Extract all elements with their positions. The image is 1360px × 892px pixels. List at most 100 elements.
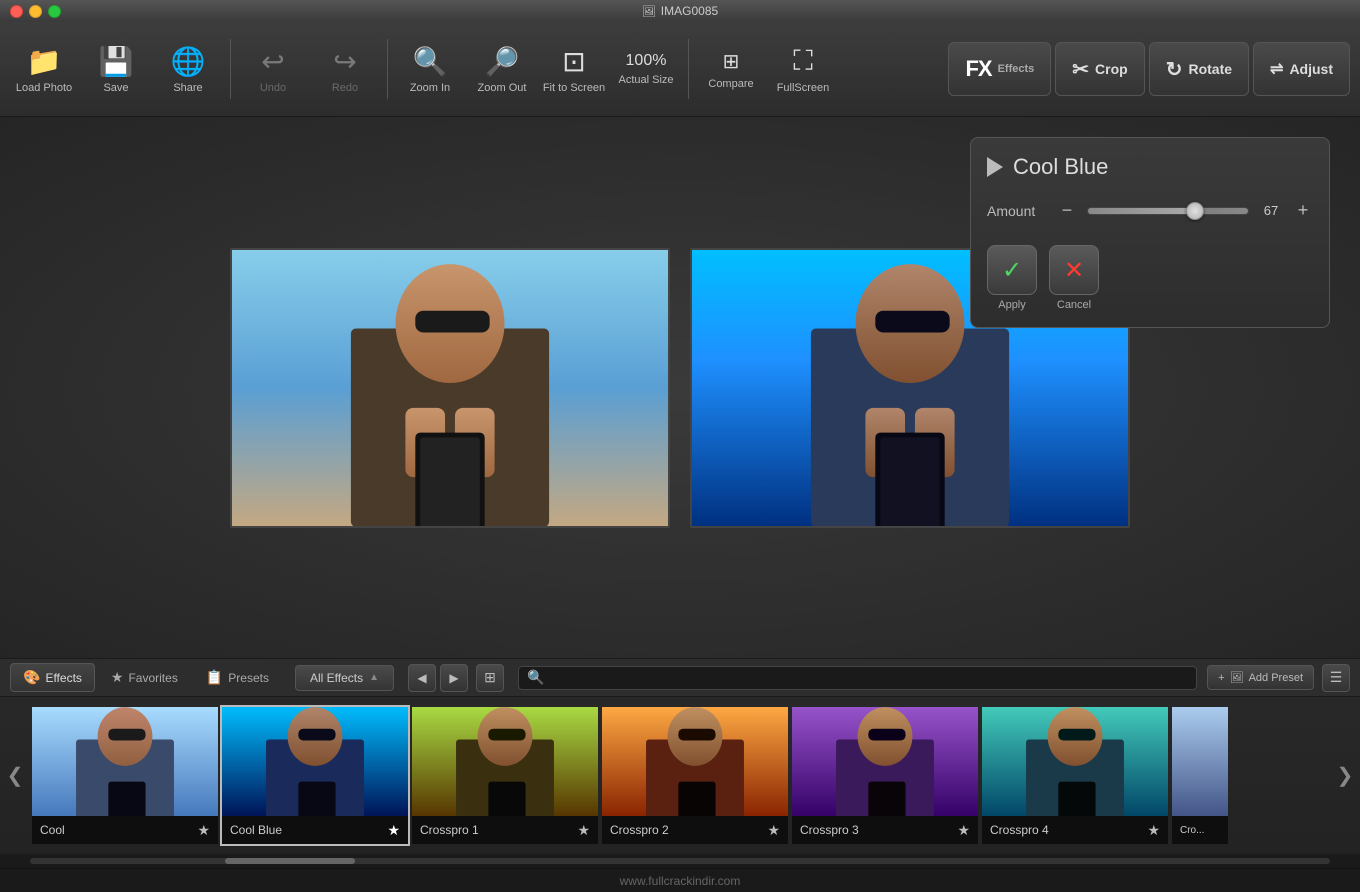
- nav-next-button[interactable]: ▶: [440, 664, 468, 692]
- search-input[interactable]: [550, 667, 1188, 689]
- favorites-tab-icon: ★: [111, 669, 124, 686]
- crosspro2-thumbnail-image: [602, 707, 788, 816]
- filter-button[interactable]: ☰: [1322, 664, 1350, 692]
- minimize-button[interactable]: [29, 5, 42, 18]
- effect-thumb-crosspro3[interactable]: Crosspro 3 ★: [790, 705, 980, 846]
- crosspro1-thumbnail-image: [412, 707, 598, 816]
- cancel-button[interactable]: ✕ Cancel: [1049, 245, 1099, 311]
- search-icon: 🔍: [527, 669, 544, 686]
- actual-size-button[interactable]: 100% Actual Size: [612, 29, 680, 109]
- crosspro3-thumb-star[interactable]: ★: [957, 822, 970, 839]
- load-photo-icon: 📁: [27, 45, 62, 78]
- amount-value: 67: [1259, 203, 1283, 218]
- titlebar: 🖼 IMAG0085: [0, 0, 1360, 22]
- tab-effects[interactable]: 🎨 Effects: [10, 663, 95, 692]
- share-button[interactable]: 🌐 Share: [154, 29, 222, 109]
- effect-thumb-crosspro4[interactable]: Crosspro 4 ★: [980, 705, 1170, 846]
- cool-thumb-star[interactable]: ★: [197, 822, 210, 839]
- cro-thumb-label-row: Cro...: [1172, 816, 1228, 844]
- undo-button[interactable]: ↩ Undo: [239, 29, 307, 109]
- separator-3: [688, 39, 689, 99]
- scrollbar-thumb[interactable]: [225, 858, 355, 864]
- effect-thumb-cro[interactable]: Cro...: [1170, 705, 1230, 846]
- strip-prev-button[interactable]: ❮: [0, 705, 30, 846]
- toolbar-right: FX Effects ✂ Crop ↻ Rotate ⇌ Adjust: [944, 42, 1350, 96]
- crosspro1-thumb-label: Crosspro 1: [420, 823, 479, 837]
- adjust-button[interactable]: ⇌ Adjust: [1253, 42, 1350, 96]
- effect-thumb-crosspro2[interactable]: Crosspro 2 ★: [600, 705, 790, 846]
- amount-increase-button[interactable]: +: [1293, 200, 1313, 221]
- scrollbar-track[interactable]: [30, 858, 1330, 864]
- cool-thumb-label-row: Cool ★: [32, 816, 218, 844]
- redo-button[interactable]: ↪ Redo: [311, 29, 379, 109]
- thumbnails-container: Cool ★: [30, 705, 1330, 846]
- fullscreen-button[interactable]: ⛶ FullScreen: [769, 29, 837, 109]
- compare-button[interactable]: ⊞ Compare: [697, 29, 765, 109]
- fit-to-screen-button[interactable]: ⊡ Fit to Screen: [540, 29, 608, 109]
- crosspro1-thumb-label-row: Crosspro 1 ★: [412, 816, 598, 844]
- strip-next-button[interactable]: ❯: [1330, 705, 1360, 846]
- main-canvas-area: Cool Blue Amount − 67 + ✓ Apply ✕ Cancel: [0, 117, 1360, 658]
- effect-title-row: Cool Blue: [987, 154, 1313, 180]
- crosspro2-thumb-label: Crosspro 2: [610, 823, 669, 837]
- share-icon: 🌐: [171, 45, 206, 78]
- crosspro3-thumbnail-image: [792, 707, 978, 816]
- all-effects-arrow-icon: ▲: [369, 672, 379, 683]
- file-icon: 🖼: [642, 5, 656, 18]
- amount-decrease-button[interactable]: −: [1057, 200, 1077, 221]
- amount-slider-fill: [1088, 208, 1195, 214]
- redo-icon: ↪: [333, 45, 356, 78]
- add-preset-photo-icon: 🖼: [1230, 671, 1244, 684]
- adjust-icon: ⇌: [1270, 59, 1283, 79]
- load-photo-button[interactable]: 📁 Load Photo: [10, 29, 78, 109]
- amount-label: Amount: [987, 203, 1047, 219]
- effect-thumb-crosspro1[interactable]: Crosspro 1 ★: [410, 705, 600, 846]
- crop-icon: ✂: [1072, 57, 1089, 82]
- close-button[interactable]: [10, 5, 23, 18]
- zoom-in-button[interactable]: 🔍 Zoom In: [396, 29, 464, 109]
- zoom-out-button[interactable]: 🔎 Zoom Out: [468, 29, 536, 109]
- coolblue-thumb-star[interactable]: ★: [387, 822, 400, 839]
- crosspro3-thumb-label-row: Crosspro 3 ★: [792, 816, 978, 844]
- original-photo-svg: [232, 250, 668, 526]
- amount-slider-thumb[interactable]: [1186, 202, 1204, 220]
- play-icon[interactable]: [987, 157, 1003, 177]
- amount-row: Amount − 67 +: [987, 200, 1313, 221]
- all-effects-dropdown[interactable]: All Effects ▲: [295, 665, 394, 691]
- effect-thumb-cool[interactable]: Cool ★: [30, 705, 220, 846]
- cancel-icon: ✕: [1049, 245, 1099, 295]
- cro-thumb-label: Cro...: [1180, 825, 1204, 836]
- crosspro1-thumb-star[interactable]: ★: [577, 822, 590, 839]
- apply-button[interactable]: ✓ Apply: [987, 245, 1037, 311]
- effect-thumb-coolblue[interactable]: Cool Blue ★: [220, 705, 410, 846]
- apply-label: Apply: [998, 299, 1026, 311]
- rotate-button[interactable]: ↻ Rotate: [1149, 42, 1249, 96]
- crosspro2-thumb-star[interactable]: ★: [767, 822, 780, 839]
- maximize-button[interactable]: [48, 5, 61, 18]
- grid-view-button[interactable]: ⊞: [476, 664, 504, 692]
- amount-slider-track[interactable]: [1087, 207, 1249, 215]
- save-icon: 💾: [99, 45, 134, 78]
- nav-prev-button[interactable]: ◀: [408, 664, 436, 692]
- crop-button[interactable]: ✂ Crop: [1055, 42, 1144, 96]
- tab-presets[interactable]: 📋 Presets: [194, 664, 281, 691]
- add-preset-icon: +: [1218, 672, 1224, 684]
- footer-url: www.fullcrackindir.com: [620, 874, 741, 888]
- nav-arrows: ◀ ▶: [408, 664, 468, 692]
- fx-button[interactable]: FX Effects: [948, 42, 1051, 96]
- crosspro4-thumb-label: Crosspro 4: [990, 823, 1049, 837]
- tab-favorites[interactable]: ★ Favorites: [99, 664, 190, 691]
- fit-to-screen-icon: ⊡: [562, 45, 585, 78]
- coolblue-thumbnail-image: [222, 707, 408, 816]
- crosspro4-thumbnail-image: [982, 707, 1168, 816]
- fullscreen-icon: ⛶: [793, 45, 813, 78]
- add-preset-button[interactable]: + 🖼 Add Preset: [1207, 665, 1314, 690]
- crosspro3-thumb-label: Crosspro 3: [800, 823, 859, 837]
- apply-icon: ✓: [987, 245, 1037, 295]
- coolblue-thumb-label: Cool Blue: [230, 823, 282, 837]
- crosspro4-thumb-star[interactable]: ★: [1147, 822, 1160, 839]
- zoom-out-icon: 🔎: [485, 45, 520, 78]
- bottom-scrollbar[interactable]: [0, 854, 1360, 868]
- cool-thumbnail-image: [32, 707, 218, 816]
- save-button[interactable]: 💾 Save: [82, 29, 150, 109]
